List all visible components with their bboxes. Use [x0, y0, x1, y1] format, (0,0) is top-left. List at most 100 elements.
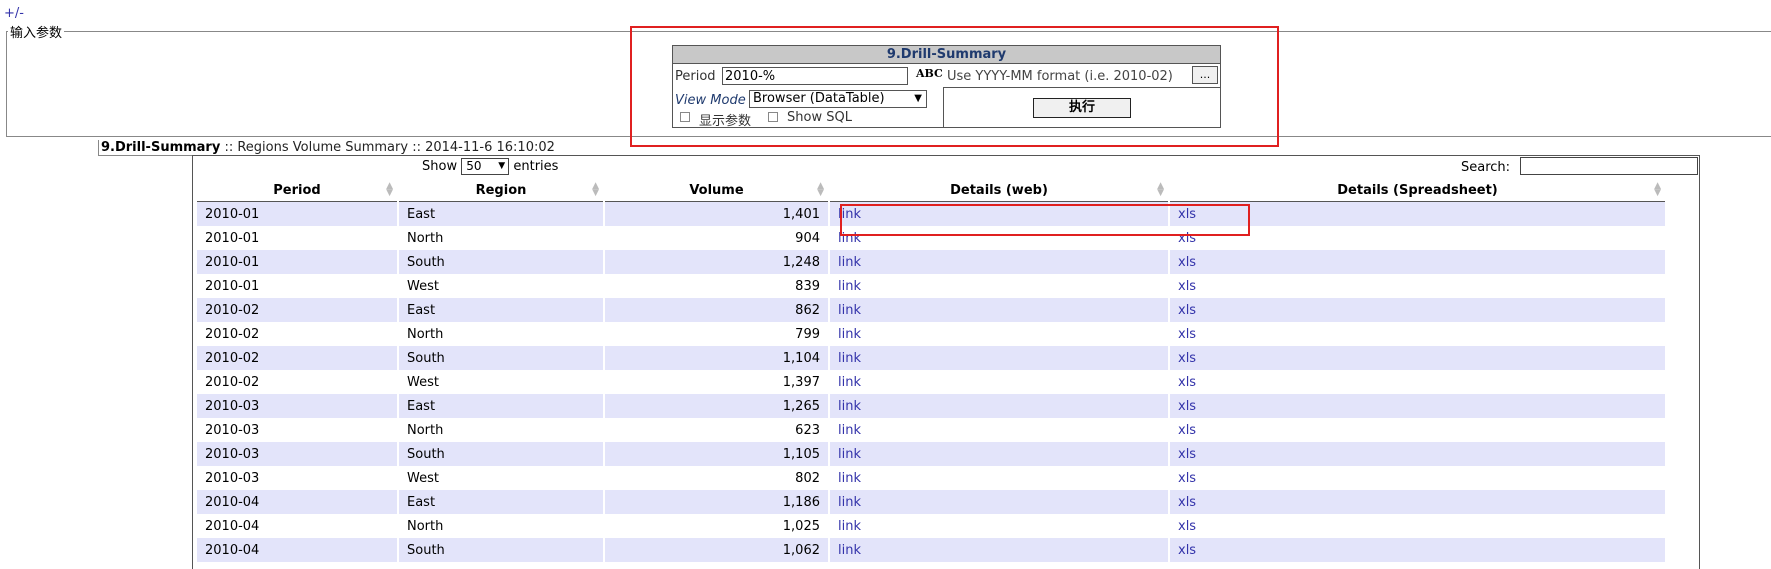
- cell-volume: 1,186: [605, 490, 828, 514]
- cell-period: 2010-03: [197, 418, 397, 442]
- details-web-link[interactable]: link: [838, 327, 861, 342]
- details-xls-link[interactable]: xls: [1178, 351, 1196, 366]
- cell-period: 2010-03: [197, 394, 397, 418]
- cell-details-spreadsheet: xls: [1170, 298, 1665, 322]
- details-xls-link[interactable]: xls: [1178, 303, 1196, 318]
- cell-details-spreadsheet: xls: [1170, 418, 1665, 442]
- table-row: 2010-01 South 1,248 link xls: [197, 250, 1665, 274]
- details-web-link[interactable]: link: [838, 303, 861, 318]
- cell-details-web: link: [830, 538, 1168, 562]
- cell-volume: 1,025: [605, 514, 828, 538]
- column-header-volume[interactable]: Volume ▲ ▼: [605, 179, 828, 202]
- column-header-details-web[interactable]: Details (web) ▲ ▼: [830, 179, 1168, 202]
- details-web-link[interactable]: link: [838, 447, 861, 462]
- cell-volume: 799: [605, 322, 828, 346]
- column-header-label: Region: [475, 182, 527, 198]
- details-xls-link[interactable]: xls: [1178, 447, 1196, 462]
- cell-region: East: [399, 394, 603, 418]
- chevron-down-icon: ▼: [498, 161, 506, 171]
- details-xls-link[interactable]: xls: [1178, 471, 1196, 486]
- cell-region: South: [399, 442, 603, 466]
- table-row: 2010-02 South 1,104 link xls: [197, 346, 1665, 370]
- table-row: 2010-04 North 1,025 link xls: [197, 514, 1665, 538]
- cell-details-spreadsheet: xls: [1170, 250, 1665, 274]
- cell-period: 2010-02: [197, 298, 397, 322]
- table-row: 2010-03 East 1,265 link xls: [197, 394, 1665, 418]
- details-web-link[interactable]: link: [838, 399, 861, 414]
- cell-volume: 802: [605, 466, 828, 490]
- details-xls-link[interactable]: xls: [1178, 543, 1196, 558]
- details-xls-link[interactable]: xls: [1178, 399, 1196, 414]
- cell-details-web: link: [830, 490, 1168, 514]
- cell-region: West: [399, 370, 603, 394]
- cell-region: North: [399, 226, 603, 250]
- cell-details-web: link: [830, 394, 1168, 418]
- details-web-link[interactable]: link: [838, 375, 861, 390]
- cell-volume: 623: [605, 418, 828, 442]
- column-header-details-spreadsheet[interactable]: Details (Spreadsheet) ▲ ▼: [1170, 179, 1665, 202]
- cell-region: East: [399, 298, 603, 322]
- column-header-label: Volume: [689, 182, 744, 198]
- cell-region: East: [399, 202, 603, 226]
- cell-volume: 904: [605, 226, 828, 250]
- cell-region: South: [399, 346, 603, 370]
- column-header-period[interactable]: Period ▲ ▼: [197, 179, 397, 202]
- table-header-row: Period ▲ ▼ Region ▲ ▼ Volume ▲ ▼ Details (web) ▲ ▼ D…: [197, 179, 1665, 202]
- highlight-box-link: [840, 204, 1250, 236]
- cell-details-spreadsheet: xls: [1170, 394, 1665, 418]
- column-header-label: Details (Spreadsheet): [1337, 182, 1498, 198]
- cell-details-web: link: [830, 370, 1168, 394]
- length-control: Show 50 ▼ entries: [422, 158, 558, 175]
- cell-details-spreadsheet: xls: [1170, 370, 1665, 394]
- column-header-region[interactable]: Region ▲ ▼: [399, 179, 603, 202]
- sort-icon: ▲ ▼: [592, 181, 599, 198]
- cell-region: North: [399, 322, 603, 346]
- cell-details-spreadsheet: xls: [1170, 514, 1665, 538]
- cell-period: 2010-01: [197, 226, 397, 250]
- details-web-link[interactable]: link: [838, 519, 861, 534]
- table-row: 2010-03 West 802 link xls: [197, 466, 1665, 490]
- details-xls-link[interactable]: xls: [1178, 327, 1196, 342]
- cell-details-web: link: [830, 250, 1168, 274]
- details-xls-link[interactable]: xls: [1178, 375, 1196, 390]
- summary-details: :: Regions Volume Summary :: 2014-11-6 1…: [220, 140, 555, 155]
- cell-region: East: [399, 490, 603, 514]
- cell-details-web: link: [830, 442, 1168, 466]
- details-web-link[interactable]: link: [838, 279, 861, 294]
- cell-period: 2010-04: [197, 490, 397, 514]
- summary-caption: 9.Drill-Summary :: Regions Volume Summar…: [98, 140, 557, 156]
- table-row: 2010-01 West 839 link xls: [197, 274, 1665, 298]
- cell-region: North: [399, 418, 603, 442]
- cell-details-web: link: [830, 298, 1168, 322]
- details-web-link[interactable]: link: [838, 471, 861, 486]
- cell-region: North: [399, 514, 603, 538]
- table-row: 2010-02 East 862 link xls: [197, 298, 1665, 322]
- details-xls-link[interactable]: xls: [1178, 495, 1196, 510]
- details-xls-link[interactable]: xls: [1178, 519, 1196, 534]
- cell-period: 2010-03: [197, 442, 397, 466]
- table-row: 2010-02 North 799 link xls: [197, 322, 1665, 346]
- cell-details-web: link: [830, 322, 1168, 346]
- details-xls-link[interactable]: xls: [1178, 279, 1196, 294]
- cell-volume: 1,105: [605, 442, 828, 466]
- search-input[interactable]: [1520, 157, 1698, 175]
- details-web-link[interactable]: link: [838, 543, 861, 558]
- cell-details-spreadsheet: xls: [1170, 274, 1665, 298]
- show-label: Show: [422, 159, 458, 174]
- toggle-params-link[interactable]: +/-: [4, 6, 24, 21]
- details-web-link[interactable]: link: [838, 255, 861, 270]
- cell-details-web: link: [830, 418, 1168, 442]
- length-select[interactable]: 50 ▼: [461, 158, 510, 175]
- cell-region: West: [399, 466, 603, 490]
- cell-details-spreadsheet: xls: [1170, 322, 1665, 346]
- details-xls-link[interactable]: xls: [1178, 423, 1196, 438]
- cell-volume: 1,401: [605, 202, 828, 226]
- cell-period: 2010-04: [197, 514, 397, 538]
- details-web-link[interactable]: link: [838, 423, 861, 438]
- cell-period: 2010-01: [197, 202, 397, 226]
- cell-region: West: [399, 274, 603, 298]
- cell-region: South: [399, 538, 603, 562]
- details-web-link[interactable]: link: [838, 351, 861, 366]
- details-web-link[interactable]: link: [838, 495, 861, 510]
- details-xls-link[interactable]: xls: [1178, 255, 1196, 270]
